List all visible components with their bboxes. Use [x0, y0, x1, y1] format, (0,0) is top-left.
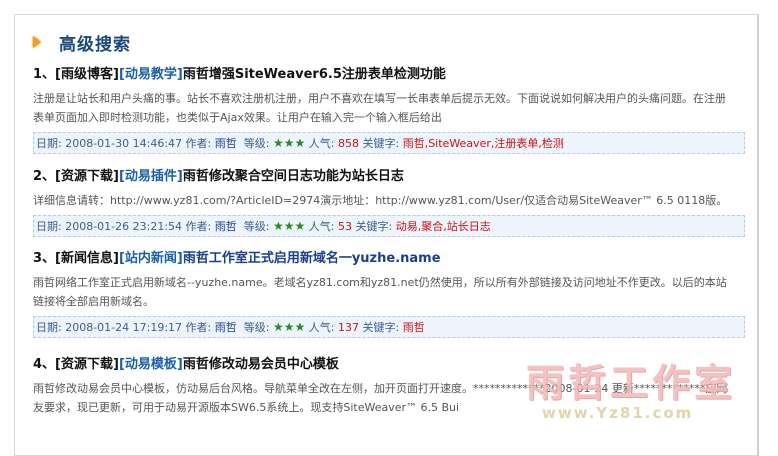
article-summary: 注册是让站长和用户头痛的事。站长不喜欢注册机注册，用户不喜欢在填写一长串表单后提… — [33, 92, 726, 124]
article-title-row: 4、[资源下载][动易模板]雨哲修改动易会员中心模板 — [33, 355, 745, 375]
author-label: 作者: — [185, 220, 212, 233]
article-category-link[interactable]: [资源下载] — [55, 357, 119, 372]
article-category-link[interactable]: [雨级博客] — [55, 67, 119, 82]
arrow-icon — [33, 36, 41, 48]
popularity-value: 53 — [337, 220, 352, 233]
star-rating-icon: ★★★ — [272, 219, 306, 233]
author-label: 作者: — [185, 321, 212, 334]
keywords-label: 关键字: — [362, 321, 400, 334]
article-item: 4、[资源下载][动易模板]雨哲修改动易会员中心模板 雨哲修改动易会员中心模板，… — [33, 355, 745, 417]
author-link[interactable]: 雨哲 — [215, 321, 237, 334]
article-summary: 详细信息请转：http://www.yz81.com/?ArticleID=29… — [33, 194, 728, 207]
grade-label: 等级: — [243, 321, 270, 334]
star-rating-icon: ★★★ — [272, 136, 306, 150]
page-title: 高级搜索 — [59, 34, 131, 55]
keywords-links[interactable]: 雨哲 — [403, 321, 425, 334]
keywords-links[interactable]: 动易,聚合,站长日志 — [396, 220, 491, 233]
date-value: 2008-01-24 17:19:17 — [65, 321, 183, 334]
article-title-row: 3、[新闻信息][站内新闻]雨哲工作室正式启用新域名一yuzhe.name — [33, 249, 745, 269]
article-title-link[interactable]: 雨哲增强SiteWeaver6.5注册表单检测功能 — [183, 67, 446, 82]
popularity-label: 人气: — [308, 321, 335, 334]
article-subcategory-link[interactable]: [动易插件] — [119, 169, 183, 184]
date-label: 日期: — [36, 137, 62, 150]
star-rating-icon: ★★★ — [272, 320, 306, 334]
popularity-label: 人气: — [308, 220, 335, 233]
article-summary: 雨哲网络工作室正式启用新域名--yuzhe.name。老域名yz81.com和y… — [33, 276, 727, 308]
article-category-link[interactable]: [资源下载] — [55, 169, 119, 184]
article-subcategory-link[interactable]: [站内新闻] — [119, 251, 183, 266]
article-subcategory-link[interactable]: [动易模板] — [119, 357, 183, 372]
article-meta: 日期: 2008-01-26 23:21:54 作者: 雨哲 等级: ★★★ 人… — [33, 215, 745, 237]
article-item: 3、[新闻信息][站内新闻]雨哲工作室正式启用新域名一yuzhe.name 雨哲… — [33, 249, 745, 338]
article-number: 3、 — [33, 251, 56, 266]
popularity-value: 858 — [337, 137, 359, 150]
section-header: 高级搜索 — [33, 29, 131, 55]
date-label: 日期: — [36, 220, 62, 233]
search-results-panel: 高级搜索 1、[雨级博客][动易教学]雨哲增强SiteWeaver6.5注册表单… — [14, 14, 759, 456]
author-link[interactable]: 雨哲 — [215, 137, 237, 150]
article-summary: 雨哲修改动易会员中心模板，仿动易后台风格。导航菜单全改在左侧，加开页面打开速度。… — [33, 382, 728, 414]
article-title-row: 2、[资源下载][动易插件]雨哲修改聚合空间日志功能为站长日志 — [33, 167, 745, 187]
article-number: 2、 — [33, 169, 56, 184]
article-title-link[interactable]: 雨哲修改聚合空间日志功能为站长日志 — [183, 169, 404, 184]
article-item: 1、[雨级博客][动易教学]雨哲增强SiteWeaver6.5注册表单检测功能 … — [33, 65, 745, 154]
keywords-label: 关键字: — [355, 220, 393, 233]
article-meta: 日期: 2008-01-24 17:19:17 作者: 雨哲 等级: ★★★ 人… — [33, 316, 745, 338]
grade-label: 等级: — [243, 220, 270, 233]
article-subcategory-link[interactable]: [动易教学] — [119, 67, 183, 82]
article-meta: 日期: 2008-01-30 14:46:47 作者: 雨哲 等级: ★★★ 人… — [33, 132, 745, 154]
article-category-link[interactable]: [新闻信息] — [55, 251, 119, 266]
article-title-link[interactable]: 雨哲修改动易会员中心模板 — [183, 357, 339, 372]
keywords-links[interactable]: 雨哲,SiteWeaver,注册表单,检测 — [403, 137, 564, 150]
keywords-label: 关键字: — [362, 137, 400, 150]
author-link[interactable]: 雨哲 — [215, 220, 237, 233]
date-label: 日期: — [36, 321, 62, 334]
article-item: 2、[资源下载][动易插件]雨哲修改聚合空间日志功能为站长日志 详细信息请转：h… — [33, 167, 745, 237]
grade-label: 等级: — [243, 137, 270, 150]
article-number: 4、 — [33, 357, 56, 372]
popularity-label: 人气: — [308, 137, 335, 150]
article-title-link[interactable]: 雨哲工作室正式启用新域名一yuzhe.name — [183, 251, 441, 266]
date-value: 2008-01-26 23:21:54 — [65, 220, 183, 233]
popularity-value: 137 — [337, 321, 359, 334]
date-value: 2008-01-30 14:46:47 — [65, 137, 183, 150]
article-title-row: 1、[雨级博客][动易教学]雨哲增强SiteWeaver6.5注册表单检测功能 — [33, 65, 745, 85]
author-label: 作者: — [185, 137, 212, 150]
article-number: 1、 — [33, 67, 56, 82]
